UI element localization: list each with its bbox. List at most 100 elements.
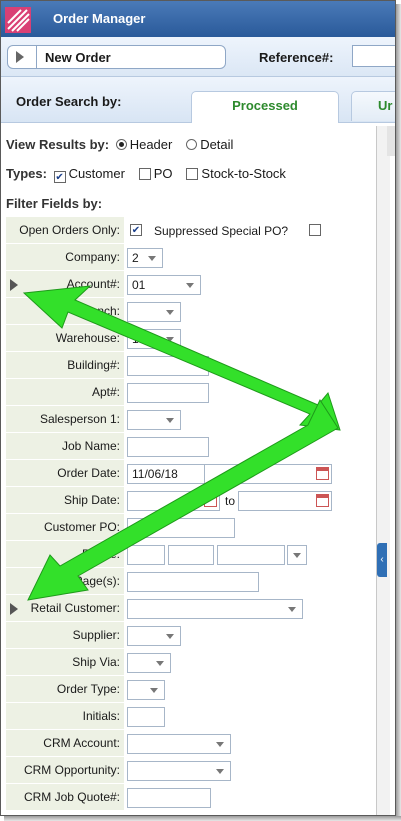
checkbox-po[interactable]	[138, 168, 151, 180]
apt-label: Apt#:	[6, 379, 124, 406]
row-salesperson: Salesperson 1:	[6, 406, 376, 433]
customer-po-input[interactable]	[127, 518, 235, 538]
job-name-input[interactable]	[127, 437, 209, 457]
row-retail-customer: Retail Customer:	[6, 595, 376, 622]
chevron-down-icon	[166, 310, 174, 315]
crm-account-label: CRM Account:	[6, 730, 124, 757]
checkbox-customer[interactable]: ✔	[53, 171, 66, 183]
row-job-name: Job Name:	[6, 433, 376, 460]
checkbox-po-label: PO	[153, 166, 173, 181]
row-open-orders: Open Orders Only: ✔ Suppressed Special P…	[6, 217, 376, 244]
radio-detail[interactable]	[186, 139, 198, 150]
calendar-icon[interactable]	[316, 467, 329, 480]
phone-area-input[interactable]	[127, 545, 165, 565]
ship-via-label: Ship Via:	[6, 649, 124, 676]
row-warehouse: Warehouse: 1	[6, 325, 376, 352]
account-value: 01	[132, 278, 146, 292]
retail-customer-dropdown[interactable]	[127, 599, 303, 619]
row-ship-via: Ship Via:	[6, 649, 376, 676]
radio-header-label: Header	[129, 137, 173, 152]
crm-opportunity-label: CRM Opportunity:	[6, 757, 124, 784]
title-bar: Order Manager	[1, 1, 395, 37]
supplier-dropdown[interactable]	[127, 626, 181, 646]
row-initials: Initials:	[6, 703, 376, 730]
ship-date-to-word: to	[225, 494, 236, 508]
warehouse-dropdown[interactable]: 1	[127, 329, 181, 349]
ship-via-dropdown[interactable]	[127, 653, 171, 673]
radio-header[interactable]	[115, 139, 127, 150]
tab-unprocessed[interactable]: Ur	[351, 91, 395, 121]
row-pages: Page(s):	[6, 568, 376, 595]
divider	[36, 46, 37, 68]
expand-arrow-icon[interactable]	[10, 603, 18, 615]
calendar-icon[interactable]	[316, 494, 329, 507]
new-order-button[interactable]: New Order	[7, 45, 226, 69]
order-date-label: Order Date:	[6, 460, 124, 487]
apt-input[interactable]	[127, 383, 209, 403]
open-orders-checkbox[interactable]: ✔	[130, 224, 142, 236]
row-branch: Branch:	[6, 298, 376, 325]
crm-account-dropdown[interactable]	[127, 734, 231, 754]
phone-label: Phone:	[6, 541, 124, 568]
chevron-down-icon	[166, 337, 174, 342]
initials-label: Initials:	[6, 703, 124, 730]
row-company: Company: 2	[6, 244, 376, 271]
row-customer-po: Customer PO:	[6, 514, 376, 541]
row-phone: Phone:	[6, 541, 376, 568]
order-date-to-input[interactable]	[204, 464, 332, 484]
retail-customer-label: Retail Customer:	[6, 595, 124, 622]
types-row: Types: ✔ Customer PO Stock-to-Stock	[6, 166, 286, 183]
ship-date-from-input[interactable]	[127, 491, 220, 511]
window-shadow-bottom	[4, 816, 401, 821]
expand-arrow-icon[interactable]	[10, 279, 18, 291]
initials-input[interactable]	[127, 707, 165, 727]
warehouse-label: Warehouse:	[6, 325, 124, 352]
chevron-down-icon	[216, 769, 224, 774]
order-type-dropdown[interactable]	[127, 680, 165, 700]
suppressed-checkbox[interactable]	[309, 224, 321, 236]
ship-date-label: Ship Date:	[6, 487, 124, 514]
crm-job-quote-input[interactable]	[127, 788, 211, 808]
warehouse-value: 1	[132, 332, 139, 346]
phone-number-input[interactable]	[217, 545, 285, 565]
company-value: 2	[132, 251, 139, 265]
filter-fields-title: Filter Fields by:	[6, 196, 103, 211]
row-building: Building#:	[6, 352, 376, 379]
suppressed-label: Suppressed Special PO?	[154, 224, 289, 238]
reference-input[interactable]	[352, 45, 395, 67]
account-dropdown[interactable]: 01	[127, 275, 201, 295]
ship-date-to-input[interactable]	[238, 491, 332, 511]
types-label: Types:	[6, 166, 47, 181]
branch-dropdown[interactable]	[127, 302, 181, 322]
pages-input[interactable]	[127, 572, 259, 592]
building-input[interactable]	[127, 356, 209, 376]
chevron-down-icon	[150, 688, 158, 693]
customer-po-label: Customer PO:	[6, 514, 124, 541]
checkbox-stock-to-stock[interactable]	[186, 168, 199, 180]
row-order-date: Order Date: 11/06/18	[6, 460, 376, 487]
collapse-panel-button[interactable]: ‹	[377, 543, 387, 577]
radio-detail-label: Detail	[200, 137, 234, 152]
building-label: Building#:	[6, 352, 124, 379]
job-name-label: Job Name:	[6, 433, 124, 460]
salesperson-label: Salesperson 1:	[6, 406, 124, 433]
salesperson-dropdown[interactable]	[127, 410, 181, 430]
open-orders-label: Open Orders Only:	[6, 217, 124, 244]
tab-processed[interactable]: Processed	[191, 91, 339, 123]
app-window: Order Manager New Order Reference#: Orde…	[0, 0, 396, 816]
view-results-label: View Results by:	[6, 137, 110, 152]
phone-type-dropdown[interactable]	[287, 545, 307, 565]
new-order-label: New Order	[45, 50, 111, 65]
pages-label: Page(s):	[6, 568, 124, 595]
view-results-row: View Results by: Header Detail	[6, 137, 233, 152]
chevron-down-icon	[156, 661, 164, 666]
reference-label: Reference#:	[259, 50, 334, 65]
scrollbar-thumb[interactable]	[387, 126, 395, 156]
crm-opportunity-dropdown[interactable]	[127, 761, 231, 781]
company-dropdown[interactable]: 2	[127, 248, 163, 268]
row-crm-account: CRM Account:	[6, 730, 376, 757]
supplier-label: Supplier:	[6, 622, 124, 649]
phone-prefix-input[interactable]	[168, 545, 214, 565]
vertical-scrollbar[interactable]	[376, 126, 390, 815]
calendar-icon[interactable]	[204, 494, 217, 507]
